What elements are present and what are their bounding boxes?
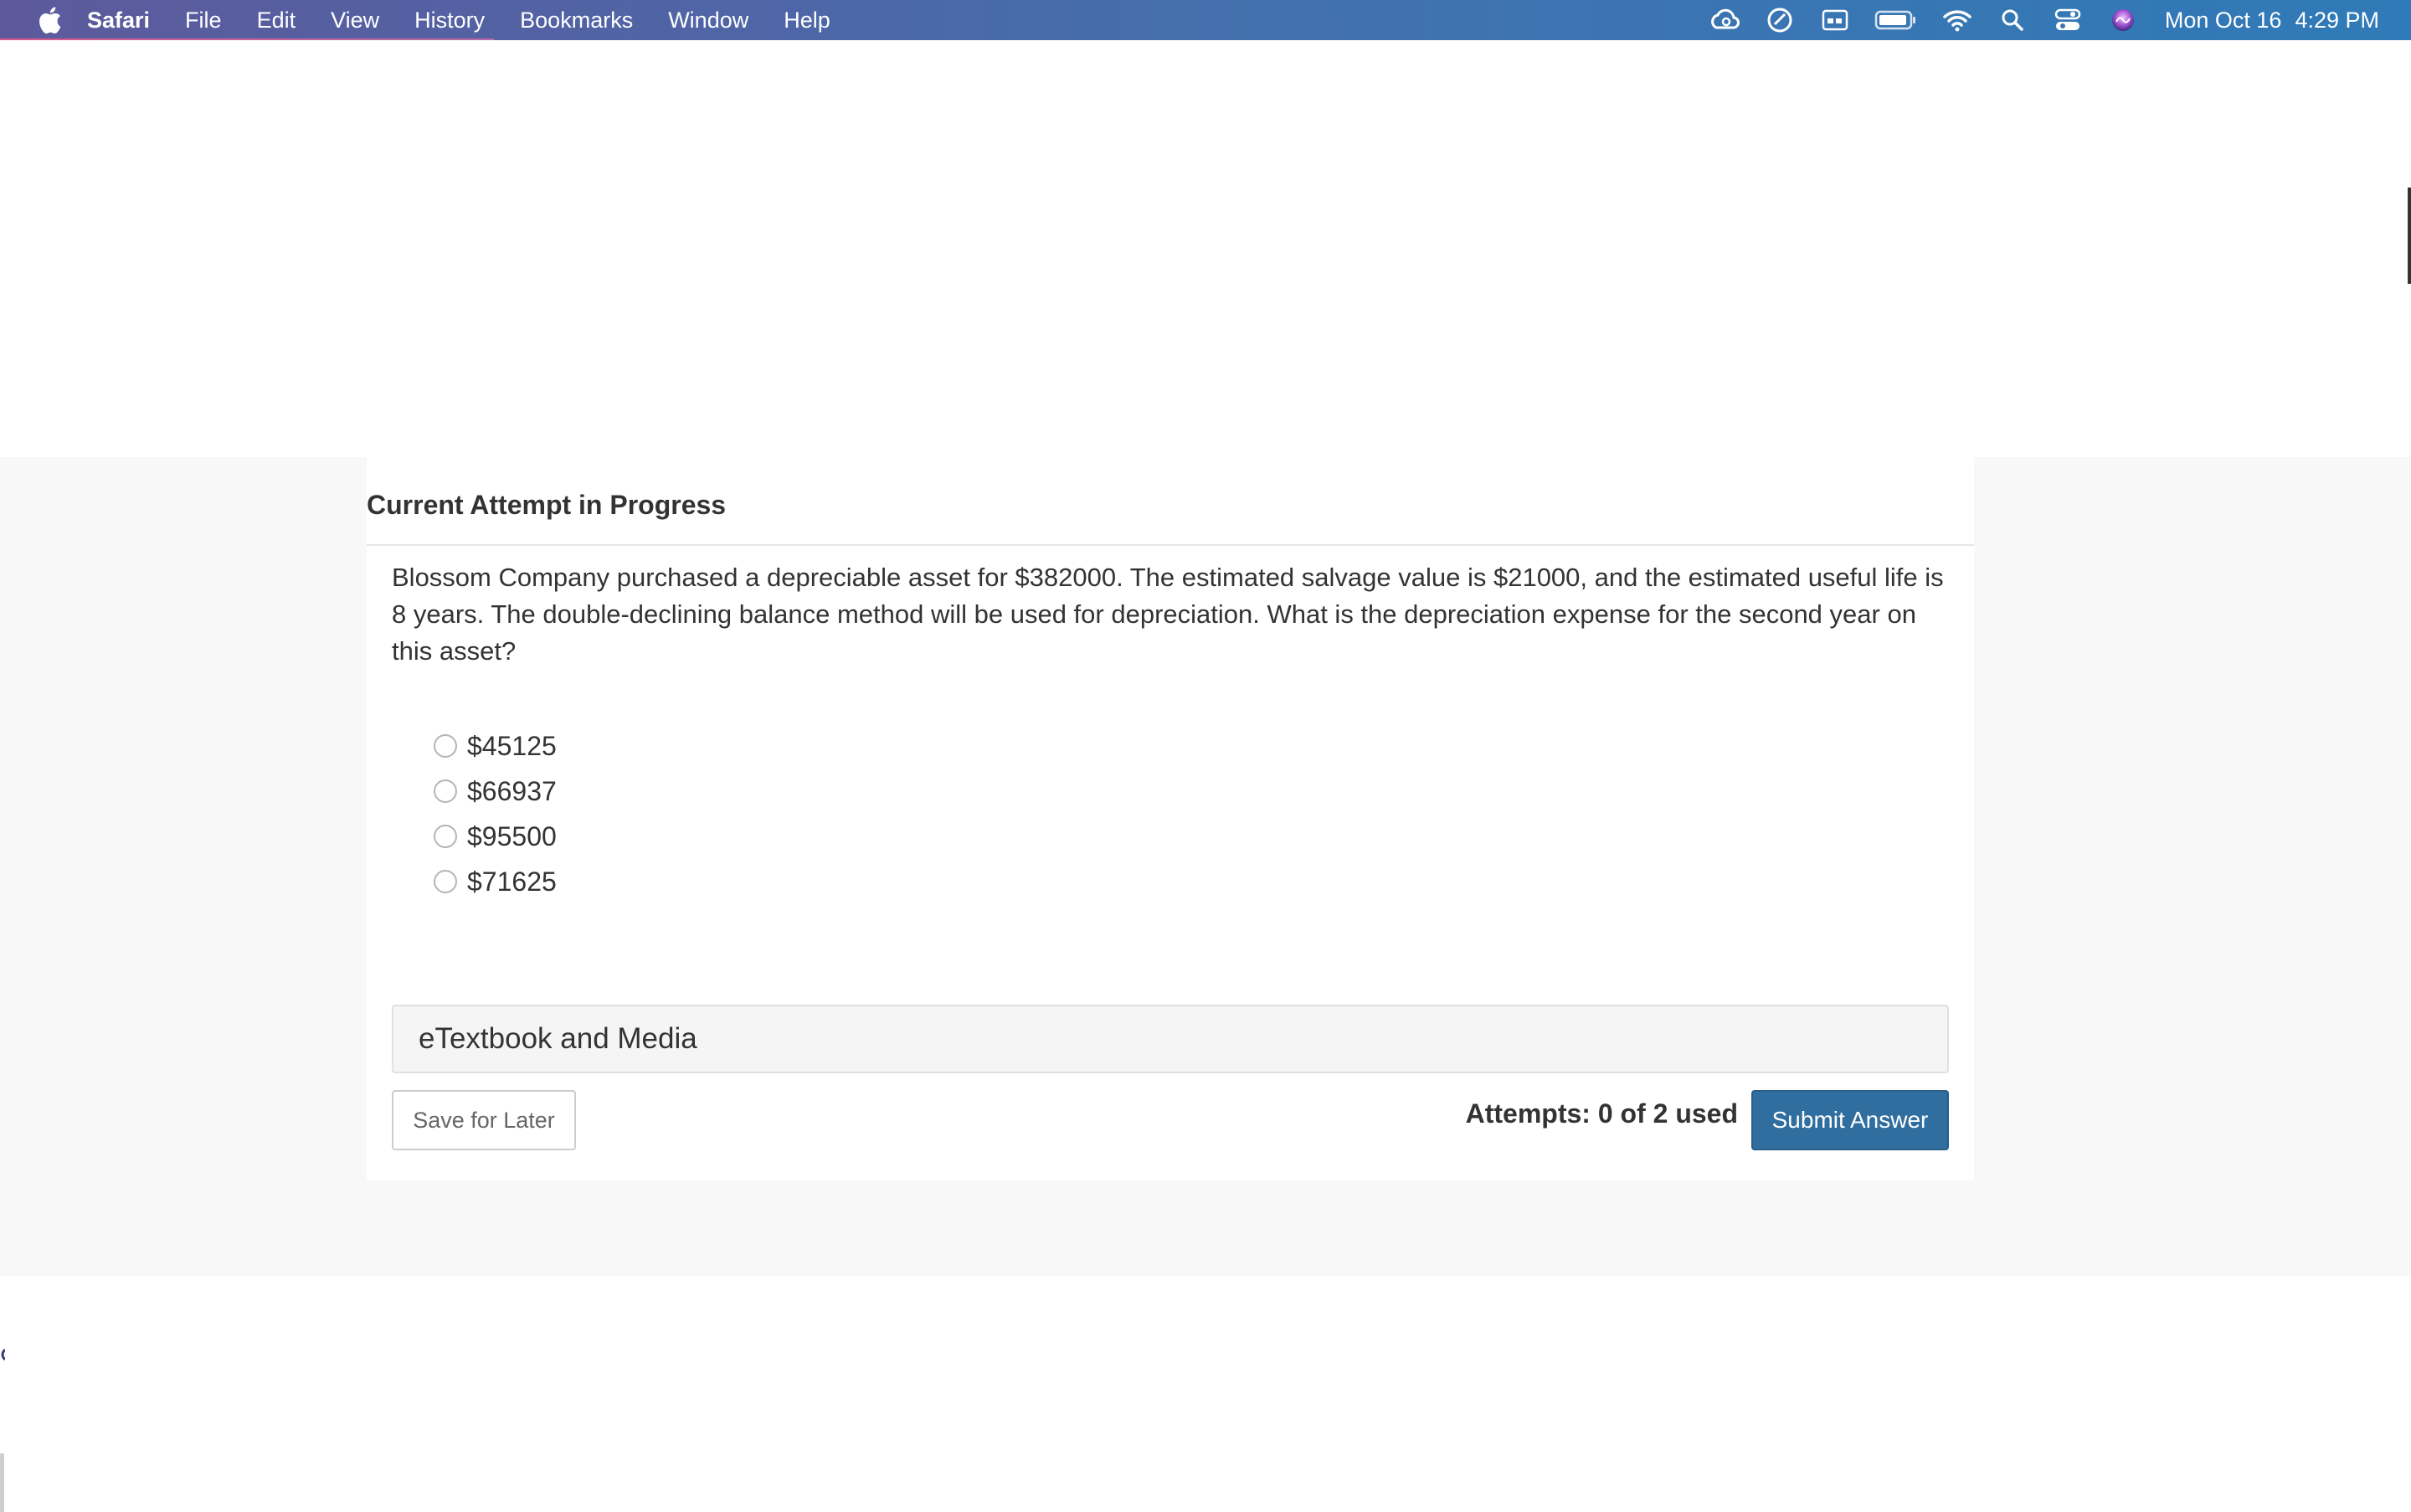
radio-button[interactable] [434, 870, 457, 893]
radio-button[interactable] [434, 825, 457, 848]
menu-bar: Safari File Edit View History Bookmarks … [0, 0, 2411, 40]
battery-icon[interactable] [1874, 3, 1919, 37]
offscreen-fragment [0, 1346, 7, 1380]
apple-logo-icon[interactable] [35, 6, 64, 34]
answer-option[interactable]: $71625 [434, 859, 557, 904]
clock-time: 4:29 PM [2295, 7, 2379, 33]
save-for-later-button[interactable]: Save for Later [392, 1090, 576, 1150]
answer-option[interactable]: $45125 [434, 723, 557, 769]
option-label: $66937 [467, 775, 557, 806]
answer-option[interactable]: $95500 [434, 814, 557, 859]
menu-file[interactable]: File [185, 8, 222, 33]
question-card: Current Attempt in Progress Blossom Comp… [367, 457, 1974, 1180]
display-icon[interactable] [1818, 3, 1852, 37]
wifi-icon[interactable] [1941, 3, 1974, 37]
clock-date: Mon Oct 16 [2164, 7, 2282, 33]
etextbook-media-panel[interactable]: eTextbook and Media [392, 1005, 1949, 1073]
offscreen-image-fragment [0, 1453, 4, 1512]
scrollbar-thumb[interactable] [2408, 188, 2411, 284]
attempts-counter: Attempts: 0 of 2 used [1465, 1098, 1738, 1129]
card-header: Current Attempt in Progress [367, 457, 1974, 546]
menu-history[interactable]: History [414, 8, 485, 33]
browser-viewport: Current Attempt in Progress Blossom Comp… [0, 40, 2411, 1512]
sync-icon[interactable] [1763, 3, 1797, 37]
answer-option[interactable]: $66937 [434, 769, 557, 814]
radio-button[interactable] [434, 779, 457, 803]
option-label: $95500 [467, 820, 557, 851]
answer-options: $45125 $66937 $95500 $71625 [434, 723, 557, 904]
siri-icon[interactable] [2106, 3, 2140, 37]
menu-bookmarks[interactable]: Bookmarks [520, 8, 633, 33]
menu-clock[interactable]: Mon Oct 16 4:29 PM [2165, 8, 2379, 33]
menu-window[interactable]: Window [668, 8, 748, 33]
radio-button[interactable] [434, 734, 457, 758]
control-center-icon[interactable] [2051, 3, 2085, 37]
menu-help[interactable]: Help [784, 8, 830, 33]
question-text: Blossom Company purchased a depreciable … [392, 563, 1944, 666]
option-label: $71625 [467, 866, 557, 897]
menu-view[interactable]: View [331, 8, 379, 33]
menu-safari[interactable]: Safari [87, 8, 150, 33]
creative-cloud-icon[interactable] [1708, 3, 1741, 37]
option-label: $45125 [467, 730, 557, 761]
attempt-title: Current Attempt in Progress [367, 489, 727, 520]
submit-answer-button[interactable]: Submit Answer [1751, 1090, 1949, 1150]
menu-edit[interactable]: Edit [257, 8, 296, 33]
spotlight-search-icon[interactable] [1996, 3, 2029, 37]
